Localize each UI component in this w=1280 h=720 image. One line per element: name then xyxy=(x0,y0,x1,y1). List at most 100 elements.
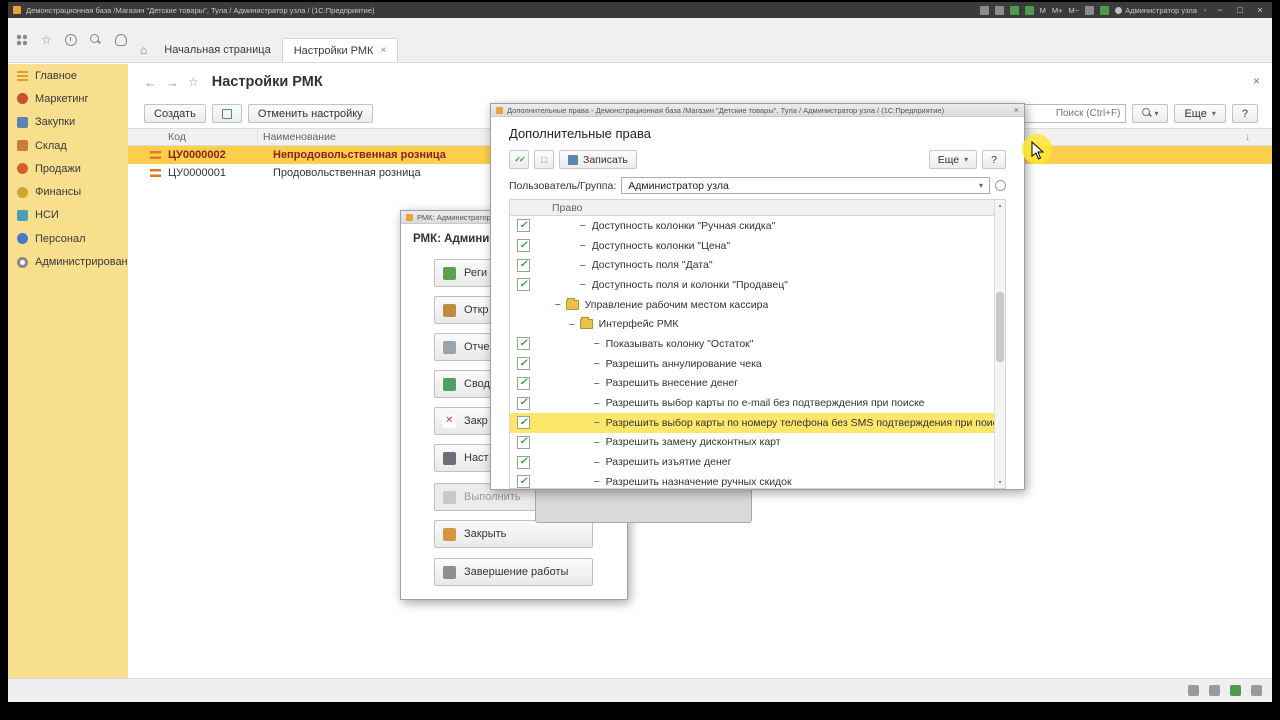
clear-all-flags-button[interactable]: ▢ xyxy=(534,150,554,169)
scroll-up-icon[interactable]: ▴ xyxy=(995,200,1005,211)
checkbox-checked[interactable]: ✓ xyxy=(517,435,530,449)
checkbox-checked[interactable]: ✓ xyxy=(517,396,530,410)
checkbox-checked[interactable]: ✓ xyxy=(517,376,530,390)
calendar-icon[interactable] xyxy=(1100,5,1110,15)
status-clock-icon[interactable] xyxy=(1251,685,1262,696)
dialog-more-button[interactable]: Еще ▾ xyxy=(928,150,978,169)
right-row[interactable]: ✓ – Разрешить замену дисконтных карт xyxy=(510,433,1005,453)
right-row[interactable]: ✓ – Доступность колонки "Ручная скидка" xyxy=(510,216,1005,236)
right-row[interactable]: ✓ – Разрешить выбор карты по e-mail без по… xyxy=(510,393,1005,413)
chevron-down-icon[interactable]: ▾ xyxy=(1203,6,1207,15)
favorites-icon[interactable]: ☆ xyxy=(41,34,52,46)
sidebar-item-personnel[interactable]: Персонал xyxy=(8,227,128,250)
status-history-icon[interactable] xyxy=(1209,685,1220,696)
history-icon[interactable] xyxy=(64,34,77,46)
checkbox-checked[interactable]: ✓ xyxy=(517,219,530,233)
notifications-icon[interactable] xyxy=(114,34,127,46)
tab-close-icon[interactable]: × xyxy=(380,45,386,56)
sidebar-item-purchases[interactable]: Закупки xyxy=(8,111,128,134)
checkbox-checked[interactable]: ✓ xyxy=(517,258,530,272)
status-info-icon[interactable] xyxy=(1188,685,1199,696)
rights-titlebar[interactable]: Дополнительные права - Демонстрационная … xyxy=(491,104,1024,117)
open-link-icon[interactable] xyxy=(995,180,1006,191)
sidebar-item-sales[interactable]: Продажи xyxy=(8,157,128,180)
help-label: ? xyxy=(991,153,997,166)
right-row[interactable]: ✓ – Разрешить изъятие денег xyxy=(510,452,1005,472)
dialog-help-button[interactable]: ? xyxy=(982,150,1006,169)
calculator-icon[interactable] xyxy=(1024,5,1034,15)
favorite-star-icon[interactable]: ☆ xyxy=(188,75,199,89)
cancel-setting-button[interactable]: Отменить настройку xyxy=(247,104,373,123)
menu-grid-icon[interactable] xyxy=(16,34,28,46)
copy-button[interactable] xyxy=(211,104,242,123)
rmk-close-button[interactable]: Закрыть xyxy=(434,520,593,548)
right-row[interactable]: ✓ – Доступность поля и колонки "Продавец" xyxy=(510,275,1005,295)
scroll-down-icon[interactable]: ▾ xyxy=(995,477,1005,488)
help-button[interactable]: ? xyxy=(1231,104,1258,123)
right-row[interactable]: ✓ – Разрешить внесение денег xyxy=(510,374,1005,394)
right-row[interactable]: ✓ – Доступность колонки "Цена" xyxy=(510,236,1005,256)
open-shift-icon xyxy=(443,303,456,317)
sidebar-item-label: Склад xyxy=(35,139,67,152)
search-button[interactable]: ▾ xyxy=(1132,104,1169,123)
download-icon[interactable] xyxy=(994,5,1004,15)
checkbox-checked[interactable]: ✓ xyxy=(517,475,530,488)
scroll-thumb[interactable] xyxy=(996,292,1004,362)
maximize-button[interactable]: □ xyxy=(1233,5,1247,15)
expander-icon[interactable]: – xyxy=(569,319,575,330)
memory-minus-button[interactable]: M− xyxy=(1068,6,1079,15)
page-close-icon[interactable]: × xyxy=(1253,74,1260,88)
sidebar-item-marketing[interactable]: Маркетинг xyxy=(8,87,128,110)
create-button[interactable]: Создать xyxy=(144,104,206,123)
sidebar-item-finance[interactable]: Финансы xyxy=(8,180,128,203)
right-row-selected[interactable]: ✓ – Разрешить выбор карты по номеру телефо… xyxy=(510,412,1005,433)
right-row[interactable]: ✓ – Показывать колонку "Остаток" xyxy=(510,334,1005,354)
checkbox-checked[interactable]: ✓ xyxy=(517,337,530,351)
rmk-shutdown-button[interactable]: Завершение работы xyxy=(434,558,593,586)
sidebar-item-administration[interactable]: Администрирование xyxy=(8,250,140,273)
memory-button[interactable]: M xyxy=(1040,6,1046,15)
back-button[interactable]: ← xyxy=(144,75,157,90)
set-all-flags-button[interactable]: ✓✓ xyxy=(509,150,529,169)
calendar-icon[interactable] xyxy=(1009,5,1019,15)
folder-icon xyxy=(565,297,579,310)
global-search-icon[interactable] xyxy=(89,34,102,46)
home-icon[interactable]: ⌂ xyxy=(140,43,147,57)
right-row[interactable]: ✓ – Разрешить аннулирование чека xyxy=(510,354,1005,374)
right-folder-row[interactable]: – Интерфейс РМК xyxy=(510,314,1005,334)
forward-button[interactable]: → xyxy=(166,75,179,90)
checkbox-checked[interactable]: ✓ xyxy=(517,416,530,430)
checkbox-checked[interactable]: ✓ xyxy=(517,455,530,469)
sidebar-item-warehouse[interactable]: Склад xyxy=(8,134,128,157)
right-folder-row[interactable]: – Управление рабочим местом кассира xyxy=(510,295,1005,315)
search-icon[interactable] xyxy=(1085,5,1095,15)
memory-plus-button[interactable]: M+ xyxy=(1052,6,1063,15)
chevron-down-icon: ▾ xyxy=(1211,109,1216,118)
tab-home[interactable]: Начальная страница xyxy=(153,38,281,62)
minimize-button[interactable]: − xyxy=(1213,5,1227,15)
chevron-down-icon[interactable]: ▾ xyxy=(979,181,983,190)
sidebar-item-main[interactable]: Главное xyxy=(8,64,128,87)
checkbox-checked[interactable]: ✓ xyxy=(517,357,530,371)
user-menu[interactable]: Администратор узла xyxy=(1115,6,1197,15)
sidebar-item-nsi[interactable]: НСИ xyxy=(8,204,128,227)
close-button[interactable]: × xyxy=(1253,5,1267,15)
sort-icon[interactable]: ↓ xyxy=(1245,132,1250,143)
checkbox-checked[interactable]: ✓ xyxy=(517,278,530,292)
user-group-field[interactable]: Администратор узла ▾ xyxy=(621,177,990,194)
dialog-close-icon[interactable]: × xyxy=(1014,105,1019,115)
right-label: Доступность колонки "Ручная скидка" xyxy=(591,219,776,232)
expander-icon[interactable]: – xyxy=(555,299,561,310)
checkbox-checked[interactable]: ✓ xyxy=(517,239,530,253)
scrollbar[interactable]: ▴ ▾ xyxy=(994,200,1005,488)
more-button[interactable]: Еще ▾ xyxy=(1174,104,1226,123)
column-right[interactable]: Право xyxy=(552,202,583,214)
tab-rmk-settings[interactable]: Настройки РМК × xyxy=(281,38,399,62)
sound-icon[interactable] xyxy=(979,5,989,15)
right-row[interactable]: ✓ – Разрешить назначение ручных скидок xyxy=(510,472,1005,488)
search-input[interactable] xyxy=(1010,104,1127,123)
column-code[interactable]: Код xyxy=(128,129,258,145)
right-row[interactable]: ✓ – Доступность поля "Дата" xyxy=(510,255,1005,275)
save-button[interactable]: Записать xyxy=(559,150,637,169)
status-calendar-icon[interactable] xyxy=(1230,685,1241,696)
